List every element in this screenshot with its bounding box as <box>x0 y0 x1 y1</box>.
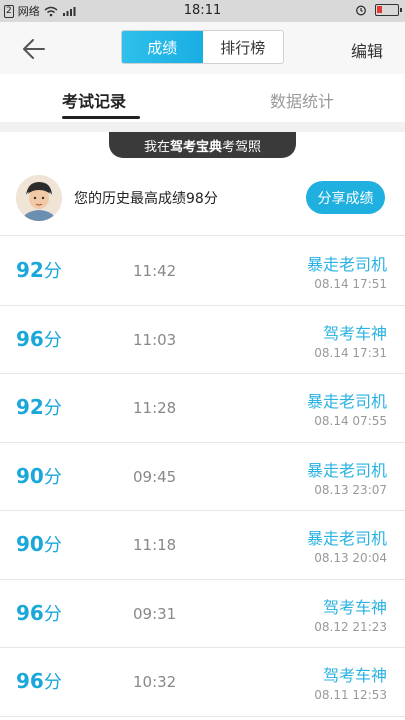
record-score: 92分 <box>16 394 62 420</box>
profile-summary: 您的历史最高成绩98分 分享成绩 <box>0 158 405 236</box>
sub-tabs: 考试记录 数据统计 <box>0 74 405 122</box>
record-row[interactable]: 96分 10:32 驾考车神 08.11 12:53 <box>0 648 405 717</box>
record-score-value: 92 <box>16 258 44 282</box>
record-score-value: 96 <box>16 669 44 693</box>
status-bar: 2 网络 18:11 <box>0 0 405 22</box>
record-score: 90分 <box>16 531 62 557</box>
record-score-unit: 分 <box>43 535 62 556</box>
record-duration: 11:03 <box>133 330 177 349</box>
tab-data-stats[interactable]: 数据统计 <box>270 88 334 112</box>
battery-level <box>377 6 382 13</box>
record-row[interactable]: 96分 11:03 驾考车神 08.14 17:31 <box>0 305 405 374</box>
record-duration: 11:18 <box>133 536 177 554</box>
record-row[interactable]: 90分 11:18 暴走老司机 08.13 20:04 <box>0 511 405 580</box>
back-button[interactable] <box>20 35 48 63</box>
record-score-value: 96 <box>16 600 44 625</box>
user-avatar-icon <box>16 175 62 221</box>
record-duration: 09:45 <box>133 467 177 486</box>
active-tab-indicator <box>62 116 140 119</box>
section-divider <box>0 122 405 132</box>
record-title: 暴走老司机 <box>306 460 387 480</box>
edit-button[interactable]: 编辑 <box>351 38 383 62</box>
battery-icon <box>375 4 402 16</box>
record-row[interactable]: 92分 11:28 暴走老司机 08.14 07:55 <box>0 374 405 443</box>
status-time: 18:11 <box>183 3 222 18</box>
record-score-unit: 分 <box>43 672 62 693</box>
top-nav: 成绩 排行榜 编辑 <box>0 22 405 74</box>
tab-ranking[interactable]: 排行榜 <box>203 31 284 63</box>
record-duration: 11:28 <box>133 399 177 417</box>
banner-brand: 驾考宝典 <box>169 139 222 155</box>
record-score: 96分 <box>16 668 62 694</box>
tab-exam-records[interactable]: 考试记录 <box>62 88 126 112</box>
arrow-left-icon <box>23 39 45 59</box>
record-score-unit: 分 <box>43 261 62 282</box>
record-title: 暴走老司机 <box>306 255 387 274</box>
best-score-text: 您的历史最高成绩98分 <box>74 191 218 207</box>
record-score-value: 90 <box>16 532 44 556</box>
record-title: 暴走老司机 <box>306 392 387 411</box>
record-score: 92分 <box>16 257 62 283</box>
record-datetime: 08.14 17:51 <box>314 277 387 291</box>
record-datetime: 08.13 23:07 <box>314 482 387 497</box>
record-datetime: 08.14 17:31 <box>314 345 387 360</box>
record-title: 驾考车神 <box>322 666 387 685</box>
record-datetime: 08.14 07:55 <box>314 414 387 428</box>
record-score-value: 90 <box>16 463 44 488</box>
avatar[interactable] <box>16 175 62 221</box>
record-score-unit: 分 <box>43 329 62 351</box>
record-score: 90分 <box>16 463 62 489</box>
record-score-value: 92 <box>16 395 44 419</box>
record-row[interactable]: 90分 09:45 暴走老司机 08.13 23:07 <box>0 442 405 511</box>
record-title: 驾考车神 <box>322 323 387 343</box>
share-score-button[interactable]: 分享成绩 <box>306 181 385 214</box>
segmented-control: 成绩 排行榜 <box>121 30 284 64</box>
record-duration: 10:32 <box>133 673 177 691</box>
record-score: 96分 <box>16 600 62 626</box>
record-datetime: 08.13 20:04 <box>314 551 387 565</box>
record-title: 暴走老司机 <box>306 529 387 548</box>
exam-records-list: 92分 11:42 暴走老司机 08.14 17:51 96分 11:03 驾考车神 08.1… <box>0 237 405 717</box>
banner-prefix: 我在 <box>143 139 170 155</box>
record-score-unit: 分 <box>43 603 62 625</box>
record-duration: 11:42 <box>133 262 177 280</box>
record-datetime: 08.11 12:53 <box>314 688 387 702</box>
record-row[interactable]: 96分 09:31 驾考车神 08.12 21:23 <box>0 579 405 648</box>
record-datetime: 08.12 21:23 <box>314 619 387 634</box>
record-score-unit: 分 <box>43 466 62 488</box>
banner-suffix: 考驾照 <box>222 139 262 155</box>
tab-score[interactable]: 成绩 <box>122 31 203 63</box>
record-row[interactable]: 92分 11:42 暴走老司机 08.14 17:51 <box>0 237 405 306</box>
alarm-icon <box>356 5 366 16</box>
record-score-value: 96 <box>16 326 44 351</box>
record-title: 驾考车神 <box>322 597 387 617</box>
record-duration: 09:31 <box>133 604 177 623</box>
record-score: 96分 <box>16 326 62 352</box>
record-score-unit: 分 <box>43 398 62 419</box>
promo-banner: 我在 驾考宝典 考驾照 <box>109 132 296 158</box>
status-right <box>355 4 402 16</box>
